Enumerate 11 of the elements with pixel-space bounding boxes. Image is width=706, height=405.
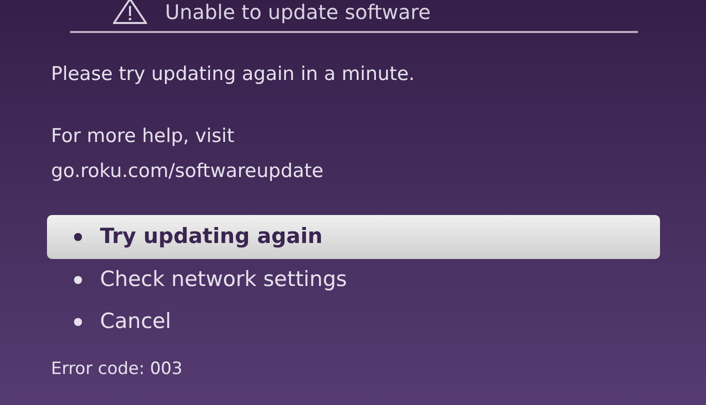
warning-icon: [113, 0, 147, 24]
bullet-icon: [74, 276, 82, 284]
menu-option[interactable]: Check network settings: [47, 259, 660, 301]
menu-option[interactable]: Cancel: [47, 301, 660, 343]
help-text: For more help, visit: [51, 124, 236, 149]
error-code: Error code: 003: [51, 358, 184, 381]
message-text: Please try updating again in a minute.: [51, 62, 416, 87]
dialog-title: Unable to update software: [165, 0, 431, 24]
bullet-icon: [74, 318, 82, 326]
menu-option[interactable]: Try updating again: [47, 215, 660, 259]
bullet-icon: [74, 233, 82, 241]
